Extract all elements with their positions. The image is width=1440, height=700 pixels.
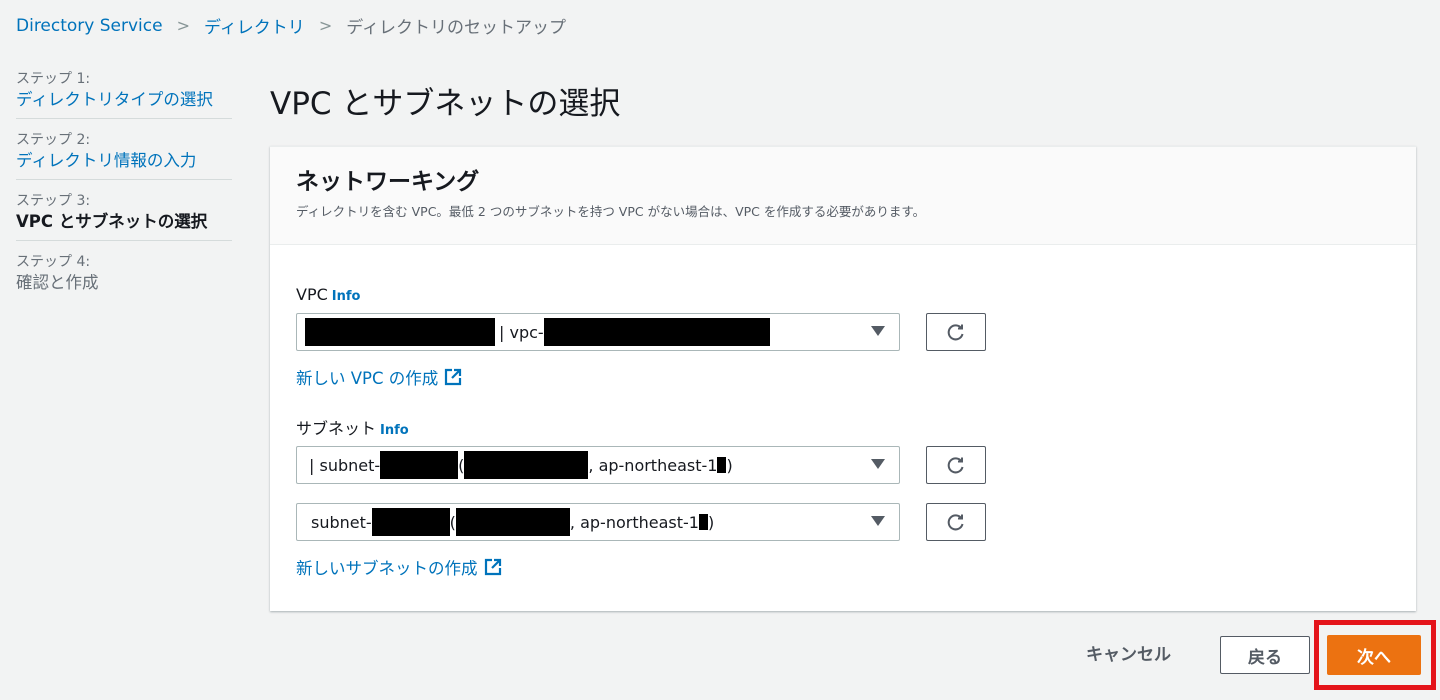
subnet-select-1[interactable]: | subnet- ( , ap-northeast-1 ) — [296, 446, 900, 484]
subnet-info-link[interactable]: Info — [380, 423, 409, 438]
subnet-select-prefix: subnet- — [311, 512, 372, 532]
redacted-block — [380, 451, 459, 479]
vpc-info-link[interactable]: Info — [332, 289, 361, 304]
refresh-icon — [947, 324, 964, 341]
external-link-icon — [445, 368, 462, 386]
subnet-2-refresh-button[interactable] — [926, 503, 986, 541]
step-4: ステップ 4: 確認と作成 — [16, 253, 232, 301]
vpc-select[interactable]: | vpc- — [296, 313, 900, 351]
subnet-select-prefix: | subnet- — [309, 455, 381, 475]
caret-down-icon — [871, 459, 885, 469]
redacted-block — [455, 508, 570, 536]
step-link-directory-type[interactable]: ディレクトリタイプの選択 — [16, 90, 213, 109]
next-button[interactable]: 次へ — [1327, 635, 1421, 675]
redacted-block — [371, 508, 450, 536]
subnet-label: サブネット Info — [296, 415, 409, 439]
redacted-block — [543, 318, 770, 346]
breadcrumb-directory[interactable]: ディレクトリ — [204, 13, 305, 38]
vpc-label: VPC Info — [296, 285, 360, 304]
subnet-paren-close: ) — [707, 512, 715, 532]
step-review-create: 確認と作成 — [16, 273, 99, 292]
external-link-icon — [484, 558, 501, 576]
create-subnet-link[interactable]: 新しいサブネットの作成 — [296, 555, 502, 579]
redacted-block — [717, 457, 727, 473]
refresh-icon — [947, 457, 964, 474]
chevron-right-icon: > — [176, 16, 190, 35]
step-2: ステップ 2: ディレクトリ情報の入力 — [16, 131, 232, 180]
back-button[interactable]: 戻る — [1220, 636, 1310, 674]
step-current-vpc-subnet: VPC とサブネットの選択 — [16, 212, 208, 231]
breadcrumb-current: ディレクトリのセットアップ — [346, 18, 567, 38]
redacted-block — [698, 514, 708, 530]
caret-down-icon — [871, 326, 885, 336]
networking-panel: ネットワーキング ディレクトリを含む VPC。最低 2 つのサブネットを持つ V… — [270, 146, 1416, 611]
subnet-region: , ap-northeast-1 — [569, 512, 699, 532]
breadcrumb-directory-service[interactable]: Directory Service — [16, 16, 163, 36]
step-link-directory-info[interactable]: ディレクトリ情報の入力 — [16, 151, 196, 170]
step-3: ステップ 3: VPC とサブネットの選択 — [16, 192, 232, 241]
step-number: ステップ 1: — [16, 71, 91, 87]
subnet-region: , ap-northeast-1 — [588, 455, 718, 475]
step-number: ステップ 2: — [16, 132, 91, 148]
wizard-steps: ステップ 1: ディレクトリタイプの選択 ステップ 2: ディレクトリ情報の入力… — [16, 70, 232, 313]
subnet-select-2[interactable]: subnet- ( , ap-northeast-1 ) — [296, 503, 900, 541]
caret-down-icon — [871, 516, 885, 526]
subnet-1-refresh-button[interactable] — [926, 446, 986, 484]
redacted-block — [305, 318, 495, 346]
vpc-label-text: VPC — [296, 285, 328, 304]
step-number: ステップ 4: — [16, 254, 91, 270]
vpc-refresh-button[interactable] — [926, 313, 986, 351]
subnet-paren-close: ) — [726, 455, 733, 475]
breadcrumb: Directory Service > ディレクトリ > ディレクトリのセットア… — [16, 13, 567, 39]
panel-header: ネットワーキング ディレクトリを含む VPC。最低 2 つのサブネットを持つ V… — [270, 147, 1416, 245]
vpc-select-value: | vpc- — [499, 322, 544, 342]
subnet-label-text: サブネット — [296, 419, 377, 438]
page-title: VPC とサブネットの選択 — [270, 86, 621, 122]
refresh-icon — [947, 514, 964, 531]
panel-description: ディレクトリを含む VPC。最低 2 つのサブネットを持つ VPC がない場合は… — [296, 204, 926, 219]
chevron-right-icon: > — [318, 16, 333, 35]
create-vpc-link[interactable]: 新しい VPC の作成 — [296, 365, 462, 389]
cancel-button[interactable]: キャンセル — [1086, 640, 1171, 665]
create-vpc-link-text: 新しい VPC の作成 — [296, 369, 439, 388]
redacted-block — [464, 451, 589, 479]
step-1: ステップ 1: ディレクトリタイプの選択 — [16, 70, 232, 119]
create-subnet-link-text: 新しいサブネットの作成 — [296, 559, 478, 578]
step-number: ステップ 3: — [16, 193, 91, 209]
panel-title: ネットワーキング — [296, 169, 480, 195]
